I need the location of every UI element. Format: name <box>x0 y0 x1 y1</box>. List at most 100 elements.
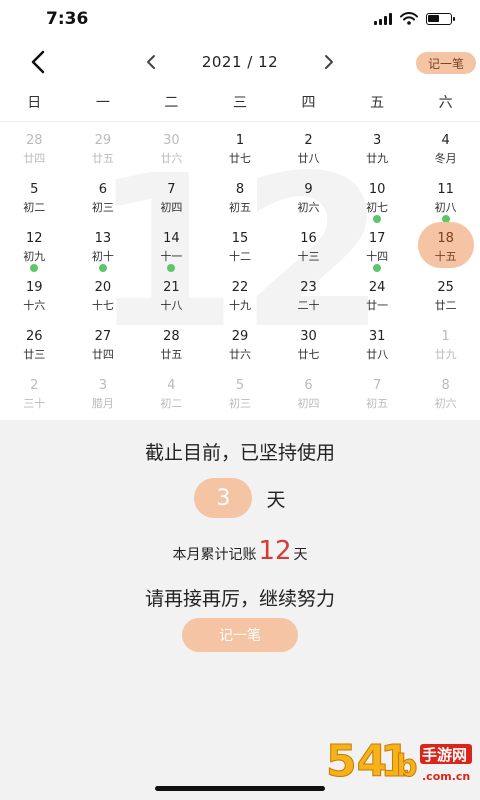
day-lunar-date: 廿四 <box>23 152 46 165</box>
calendar-day[interactable]: 14 十一 <box>137 220 206 272</box>
calendar-day[interactable]: 24 廿一 <box>343 269 412 318</box>
day-number: 7 <box>167 182 176 197</box>
day-number: 4 <box>441 133 450 148</box>
status-time: 7:36 <box>46 9 89 29</box>
streak-days-unit: 天 <box>266 488 286 511</box>
calendar-week-row: 28 廿四 29 廿五 30 廿六 1 廿七 2 廿八 3 廿九 4 冬月 <box>0 122 480 171</box>
day-lunar-date: 初九 <box>23 250 46 263</box>
calendar-day[interactable]: 29 廿六 <box>206 318 275 367</box>
day-lunar-date: 初七 <box>366 201 389 214</box>
day-number: 3 <box>98 378 107 393</box>
day-lunar-date: 初十 <box>91 250 114 263</box>
cellular-signal-icon <box>374 12 392 25</box>
next-month-button[interactable] <box>318 51 340 73</box>
day-number: 27 <box>94 329 112 344</box>
calendar-day[interactable]: 10 初七 <box>343 171 412 223</box>
day-number: 13 <box>94 231 112 246</box>
calendar-day[interactable]: 20 十七 <box>69 269 138 318</box>
day-lunar-date: 廿一 <box>366 299 389 312</box>
calendar: 12 日一二三四五六 28 廿四 29 廿五 30 廿六 1 廿七 2 廿八 3 廿九 4 冬月 5 初二 6 初… <box>0 84 480 420</box>
day-number: 30 <box>300 329 317 344</box>
day-number: 7 <box>372 378 382 393</box>
svg-text:.com.cn: .com.cn <box>422 770 470 783</box>
streak-days-badge: 3 <box>194 478 253 518</box>
calendar-day[interactable]: 7 初五 <box>343 367 412 416</box>
day-lunar-date: 十八 <box>160 299 183 312</box>
chevron-left-icon <box>31 50 45 74</box>
calendar-day[interactable]: 6 初三 <box>69 171 138 220</box>
day-lunar-date: 廿七 <box>228 152 251 165</box>
back-button[interactable] <box>24 48 52 76</box>
day-number: 29 <box>94 133 112 148</box>
calendar-day[interactable]: 16 十三 <box>274 220 343 269</box>
record-top-button[interactable]: 记一笔 <box>416 52 476 74</box>
calendar-day[interactable]: 25 廿二 <box>411 269 480 318</box>
prev-month-button[interactable] <box>140 51 162 73</box>
calendar-day[interactable]: 3 腊月 <box>69 367 138 416</box>
calendar-day[interactable]: 4 冬月 <box>411 122 480 171</box>
calendar-day[interactable]: 1 廿九 <box>411 318 480 367</box>
calendar-day[interactable]: 15 十二 <box>206 220 275 269</box>
day-number: 3 <box>372 133 382 148</box>
weekday-label: 日 <box>27 95 42 111</box>
calendar-day-selected[interactable]: 18 十五 <box>411 220 480 269</box>
calendar-day[interactable]: 13 初十 <box>69 220 138 272</box>
day-lunar-date: 初三 <box>228 397 251 410</box>
calendar-day[interactable]: 7 初四 <box>137 171 206 220</box>
calendar-day[interactable]: 21 十八 <box>137 269 206 318</box>
day-number: 5 <box>30 182 39 197</box>
day-number: 26 <box>26 329 43 344</box>
calendar-week-row: 5 初二 6 初三 7 初四 8 初五 9 初六 10 初七 11 初八 <box>0 171 480 223</box>
record-button[interactable]: 记一笔 <box>182 618 298 652</box>
calendar-day[interactable]: 1 廿七 <box>206 122 275 171</box>
status-bar: 7:36 <box>0 0 480 40</box>
day-lunar-date: 十三 <box>297 250 320 263</box>
day-number: 10 <box>368 182 386 197</box>
calendar-day[interactable]: 4 初二 <box>137 367 206 416</box>
calendar-day[interactable]: 8 初六 <box>411 367 480 416</box>
calendar-day[interactable]: 5 初二 <box>0 171 69 220</box>
calendar-day[interactable]: 26 廿三 <box>0 318 69 367</box>
calendar-day[interactable]: 28 廿五 <box>137 318 206 367</box>
calendar-day[interactable]: 19 十六 <box>0 269 69 318</box>
day-number: 2 <box>30 378 39 393</box>
weekday-label: 四 <box>301 95 316 111</box>
day-number: 17 <box>368 231 386 246</box>
calendar-day[interactable]: 23 二十 <box>274 269 343 318</box>
calendar-day[interactable]: 3 廿九 <box>343 122 412 171</box>
day-lunar-date: 初六 <box>434 397 457 410</box>
day-lunar-date: 初五 <box>366 397 389 410</box>
weekday-label: 二 <box>164 95 179 111</box>
calendar-day[interactable]: 30 廿六 <box>137 122 206 171</box>
month-navigator: 2021 / 12 <box>140 48 340 76</box>
month-record-prefix: 本月累计记账 <box>172 547 257 563</box>
calendar-week-row: 12 初九 13 初十 14 十一 15 十二 16 十三 17 十四 18 十五 <box>0 220 480 272</box>
calendar-day[interactable]: 31 廿八 <box>343 318 412 367</box>
day-lunar-date: 初八 <box>434 201 457 214</box>
calendar-day[interactable]: 17 十四 <box>343 220 412 272</box>
battery-icon <box>426 12 455 25</box>
calendar-day[interactable]: 2 三十 <box>0 367 69 416</box>
calendar-week-row: 2 三十 3 腊月 4 初二 5 初三 6 初四 7 初五 8 初六 <box>0 367 480 416</box>
calendar-day[interactable]: 30 廿七 <box>274 318 343 367</box>
calendar-day[interactable]: 27 廿四 <box>69 318 138 367</box>
calendar-day[interactable]: 22 十九 <box>206 269 275 318</box>
day-lunar-date: 廿四 <box>91 348 114 361</box>
calendar-day[interactable]: 8 初五 <box>206 171 275 220</box>
calendar-day[interactable]: 12 初九 <box>0 220 69 272</box>
weekday-label: 一 <box>95 95 110 111</box>
calendar-day[interactable]: 29 廿五 <box>69 122 138 171</box>
weekday-header: 日一二三四五六 <box>0 84 480 122</box>
day-lunar-date: 腊月 <box>91 397 114 410</box>
calendar-day[interactable]: 9 初六 <box>274 171 343 220</box>
current-month-label[interactable]: 2021 / 12 <box>202 53 278 71</box>
svg-text:b: b <box>396 749 417 784</box>
day-number: 24 <box>368 280 386 295</box>
day-lunar-date: 廿二 <box>434 299 457 312</box>
calendar-day[interactable]: 11 初八 <box>411 171 480 223</box>
calendar-day[interactable]: 28 廿四 <box>0 122 69 171</box>
calendar-day[interactable]: 2 廿八 <box>274 122 343 171</box>
day-number: 16 <box>300 231 317 246</box>
calendar-day[interactable]: 6 初四 <box>274 367 343 416</box>
calendar-day[interactable]: 5 初三 <box>206 367 275 416</box>
